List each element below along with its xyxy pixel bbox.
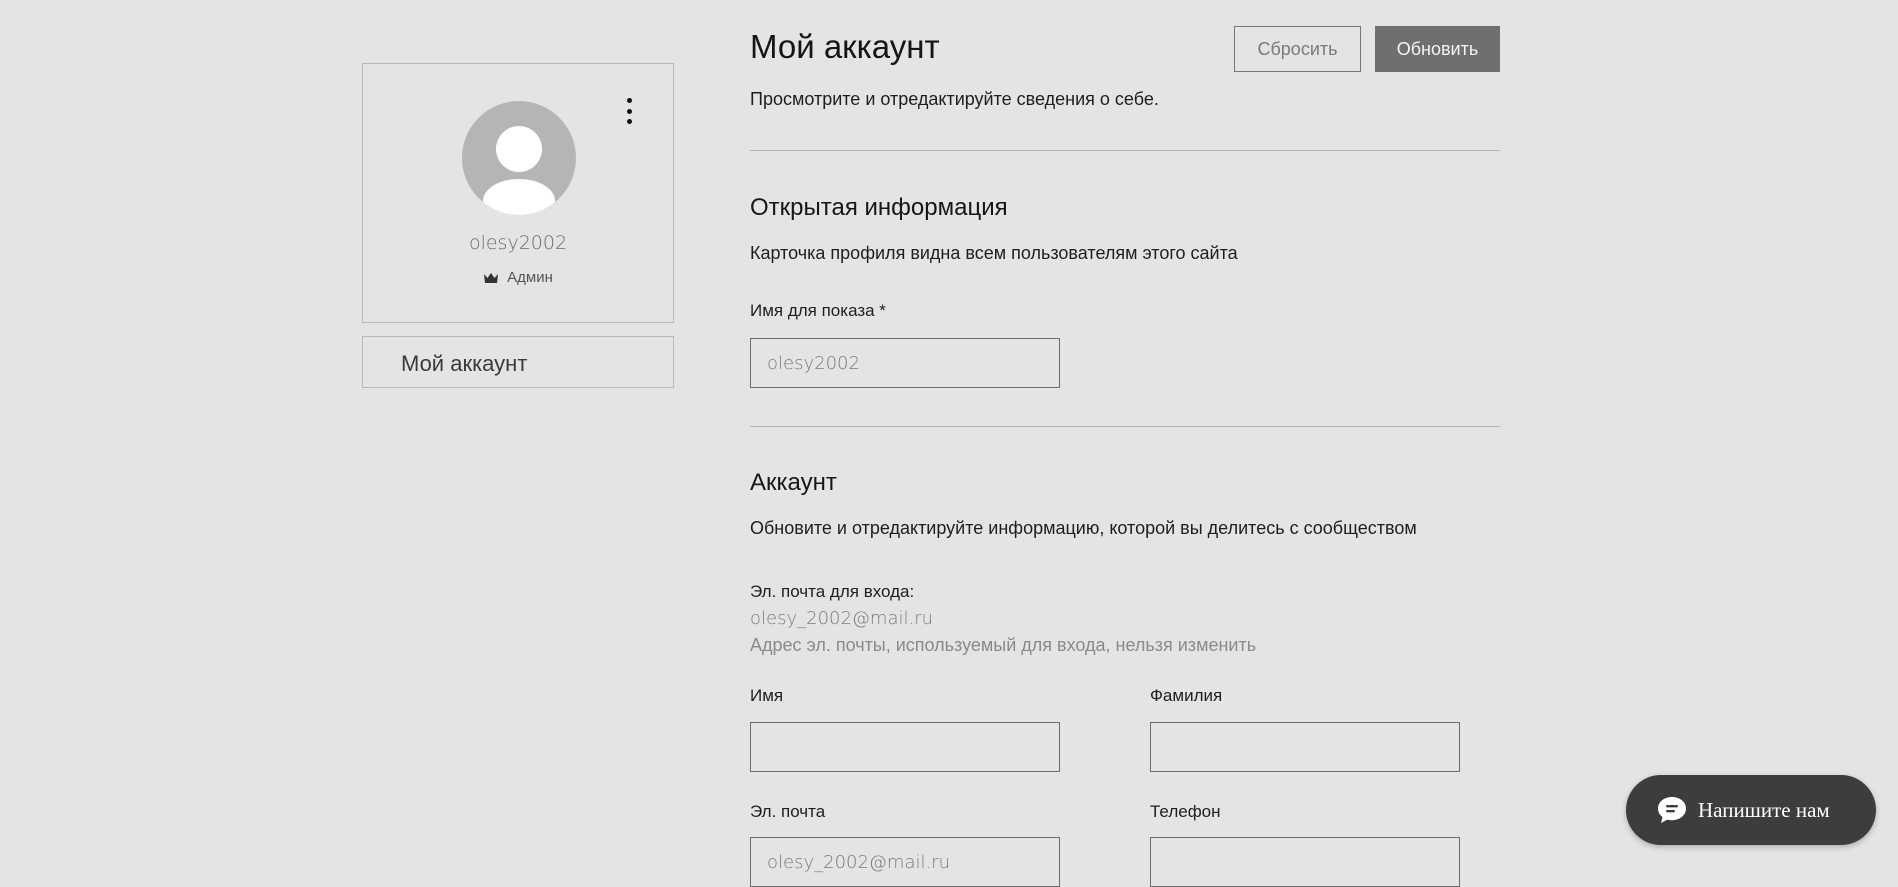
chat-bubble-icon: [1656, 795, 1688, 825]
first-name-label: Имя: [750, 686, 784, 705]
chat-button[interactable]: Напишите нам: [1626, 775, 1876, 845]
login-email-value: olesy_2002@mail.ru: [750, 608, 934, 629]
avatar[interactable]: [462, 101, 576, 215]
display-name-input[interactable]: olesy2002: [750, 338, 1060, 388]
public-info-title: Открытая информация: [750, 194, 1008, 221]
display-name-label: Имя для показа *: [750, 301, 886, 320]
sidebar-item-my-account[interactable]: Мой аккаунт: [362, 336, 674, 388]
profile-username: olesy2002: [468, 232, 568, 254]
email-label: Эл. почта: [750, 802, 826, 821]
email-input[interactable]: olesy_2002@mail.ru: [750, 837, 1060, 887]
chat-button-label: Напишите нам: [1698, 797, 1830, 822]
reset-button[interactable]: Сбросить: [1234, 26, 1361, 72]
divider: [750, 426, 1500, 427]
role-label: Админ: [507, 269, 553, 286]
sidebar-item-label: Мой аккаунт: [401, 351, 528, 376]
account-title: Аккаунт: [750, 469, 837, 496]
login-email-hint: Адрес эл. почты, используемый для входа,…: [750, 635, 1257, 655]
last-name-label: Фамилия: [1150, 686, 1223, 705]
page-subtitle: Просмотрите и отредактируйте сведения о …: [750, 89, 1159, 109]
more-vertical-icon[interactable]: [619, 98, 639, 124]
last-name-input[interactable]: [1150, 722, 1460, 772]
update-button[interactable]: Обновить: [1375, 26, 1500, 72]
page-title: Мой аккаунт: [750, 28, 940, 65]
login-email-label: Эл. почта для входа:: [750, 582, 915, 601]
first-name-input[interactable]: [750, 722, 1060, 772]
user-silhouette-icon: [483, 126, 555, 215]
phone-label: Телефон: [1150, 802, 1221, 821]
public-info-subtitle: Карточка профиля видна всем пользователя…: [750, 243, 1238, 263]
role-badge: Админ: [363, 269, 673, 286]
account-subtitle: Обновите и отредактируйте информацию, ко…: [750, 518, 1417, 538]
profile-card: olesy2002 Админ: [362, 63, 674, 323]
crown-icon: [483, 272, 499, 284]
phone-input[interactable]: [1150, 837, 1460, 887]
divider: [750, 150, 1500, 151]
